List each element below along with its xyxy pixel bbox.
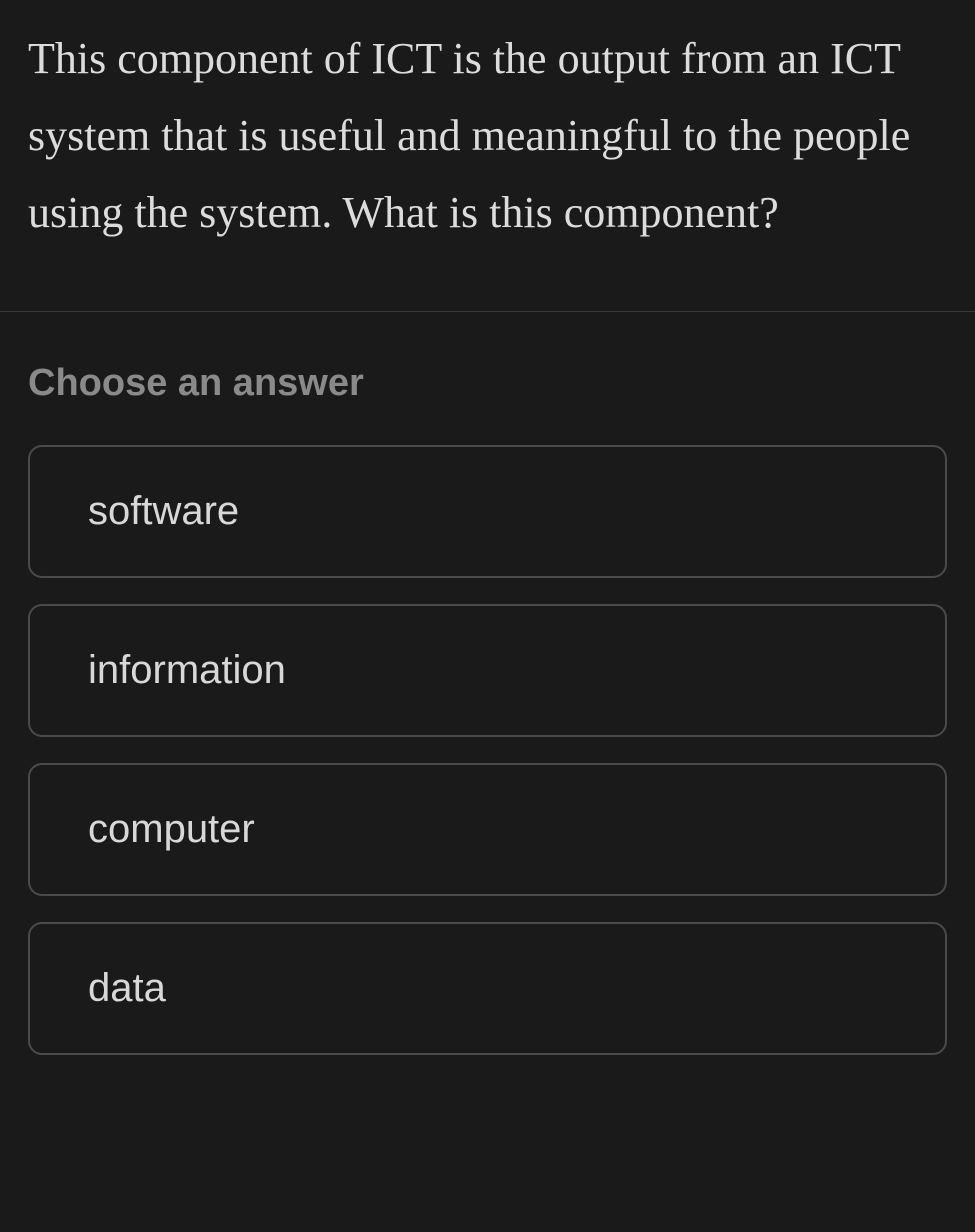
answer-label: software — [88, 489, 239, 533]
answer-label: data — [88, 966, 166, 1010]
answer-label: information — [88, 648, 286, 692]
answer-option-computer[interactable]: computer — [28, 763, 947, 896]
answer-section: Choose an answer software information co… — [0, 312, 975, 1055]
answer-prompt: Choose an answer — [28, 362, 947, 405]
question-text: This component of ICT is the output from… — [28, 20, 947, 251]
answer-option-software[interactable]: software — [28, 445, 947, 578]
answer-option-information[interactable]: information — [28, 604, 947, 737]
question-section: This component of ICT is the output from… — [0, 0, 975, 311]
answer-option-data[interactable]: data — [28, 922, 947, 1055]
answer-label: computer — [88, 807, 255, 851]
